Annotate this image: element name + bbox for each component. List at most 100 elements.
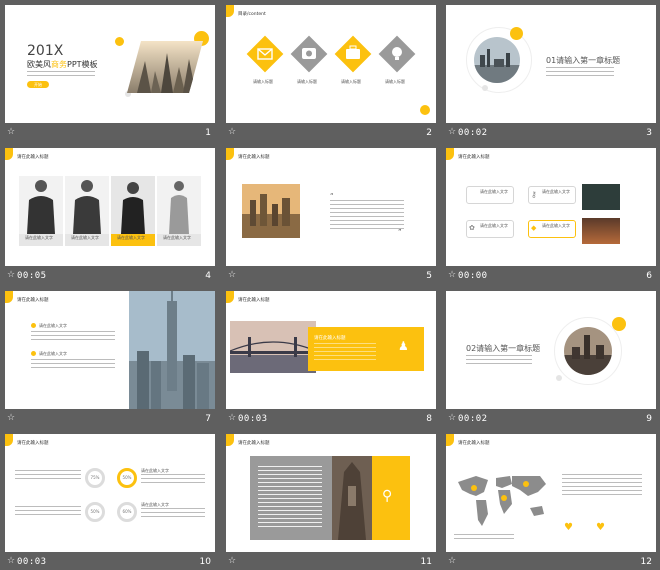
paw-icon: ✿ <box>469 224 475 232</box>
skyline-circle-photo <box>564 327 612 375</box>
header-accent <box>226 291 234 303</box>
bullet-label: 请在此输入文字 <box>39 351 67 356</box>
panel-text <box>258 466 322 530</box>
star-icon[interactable]: ☆ <box>448 127 456 137</box>
bulb-icon-label: 请输入标题 <box>385 79 405 84</box>
star-icon[interactable]: ☆ <box>448 270 456 280</box>
map-pin-icon: ♥ <box>596 522 605 533</box>
yellow-block: ⚲ <box>372 456 410 540</box>
slide-timing: 00:00 <box>458 271 488 281</box>
header-accent <box>446 434 454 446</box>
grey-text-panel <box>250 456 332 540</box>
slide-thumbnail-4[interactable]: 请在此输入标题 请在此输入文字 请在此输入文字 请在此输入文字 请在此输入文字 … <box>5 148 215 290</box>
slide-thumbnail-10[interactable]: 请在此输入标题 75% 50% 50% 60% 请在此输入文字 请在此输入文字 … <box>5 434 215 570</box>
ring-value: 60% <box>122 509 132 514</box>
bullet-dot <box>31 323 36 328</box>
start-button[interactable]: 开始 <box>27 81 49 88</box>
slide-number: 5 <box>426 271 432 281</box>
city-skyline-photo <box>127 41 203 93</box>
feature-label: 请在此输入文字 <box>480 223 508 228</box>
slide-thumbnail-9[interactable]: 02请输入第一章标题 ☆ 00:02 9 <box>446 291 656 433</box>
slide-thumbnail-8[interactable]: 请在此输入标题 请在此输入标题 ♟ ☆ 00:03 8 <box>226 291 436 433</box>
star-icon[interactable]: ☆ <box>7 270 15 280</box>
title-part: PPT模板 <box>67 60 98 69</box>
title-year: 201X <box>27 43 64 59</box>
caption-text: 请在此输入文字 <box>117 235 145 240</box>
slide-canvas: 请在此输入标题 “ ” <box>226 148 436 266</box>
slide-canvas: 请在此输入标题 ⚷ ✿ ◆ 请在此输入文字 请在此输入文字 请在此输入文字 请在… <box>446 148 656 266</box>
star-icon[interactable]: ☆ <box>7 413 15 423</box>
star-icon[interactable]: ☆ <box>228 270 236 280</box>
night-city-photo <box>582 184 620 210</box>
star-icon[interactable]: ☆ <box>228 127 236 137</box>
toc-diamonds <box>246 35 416 73</box>
slide-number: 9 <box>646 414 652 424</box>
header-accent <box>5 434 13 446</box>
progress-ring: 50% <box>85 502 105 522</box>
bullet-text <box>31 359 115 368</box>
left-text-block <box>15 506 81 518</box>
slide-canvas: 目录/content 请输入标题 请输入标题 请输入标题 请输入标题 <box>226 5 436 123</box>
slide-thumbnail-6[interactable]: 请在此输入标题 ⚷ ✿ ◆ 请在此输入文字 请在此输入文字 请在此输入文字 请在… <box>446 148 656 290</box>
star-icon[interactable]: ☆ <box>7 127 15 137</box>
header-accent <box>446 148 454 160</box>
street-lights-photo <box>582 218 620 244</box>
briefcase-icon-label: 请输入标题 <box>341 79 361 84</box>
key-icon: ⚷ <box>531 190 537 199</box>
world-map <box>458 476 546 526</box>
bridge-photo <box>230 321 316 373</box>
slide-footer: ☆ 00:00 6 <box>446 268 656 286</box>
camera-icon-label: 请输入标题 <box>297 79 317 84</box>
slide-number: 6 <box>646 271 652 281</box>
decor-circle <box>556 375 562 381</box>
slide-canvas: 01请输入第一章标题 <box>446 5 656 123</box>
slide-footer: ☆ 00:03 10 <box>5 554 215 570</box>
slide-thumbnail-12[interactable]: 请在此输入标题 ♥ ♥ ☆ 12 <box>446 434 656 570</box>
progress-ring: 75% <box>85 468 105 488</box>
title-main: 欧美风商务PPT模板 <box>27 59 98 70</box>
bullet-label: 请在此输入文字 <box>39 323 67 328</box>
slide-footer: ☆ 5 <box>226 268 436 286</box>
slide-number: 1 <box>205 128 211 138</box>
left-text-block <box>15 470 81 482</box>
map-text <box>454 534 514 540</box>
tag-icon: ◆ <box>531 224 537 232</box>
chapter-title: 02请输入第一章标题 <box>466 344 541 353</box>
star-icon[interactable]: ☆ <box>448 556 456 566</box>
slide-number: 11 <box>420 557 432 567</box>
slide-footer: ☆ 1 <box>5 125 215 143</box>
slide-timing: 00:03 <box>238 414 268 424</box>
star-icon[interactable]: ☆ <box>228 556 236 566</box>
header-accent <box>226 5 234 17</box>
slide-thumbnail-7[interactable]: 请在此输入标题 请在此输入文字 请在此输入文字 ☆ 7 <box>5 291 215 433</box>
slide-header: 请在此输入标题 <box>238 298 270 303</box>
feature-label: 请在此输入文字 <box>480 189 508 194</box>
header-accent <box>226 148 234 160</box>
slide-thumbnail-1[interactable]: 201X 欧美风商务PPT模板 开始 ☆ 1 <box>5 5 215 147</box>
star-icon[interactable]: ☆ <box>7 556 15 566</box>
decor-circle <box>612 317 626 331</box>
building-photo <box>332 456 372 540</box>
map-text <box>562 474 642 498</box>
slide-footer: ☆ 11 <box>226 554 436 570</box>
star-icon[interactable]: ☆ <box>448 413 456 423</box>
header-accent <box>5 291 13 303</box>
slide-number: 2 <box>426 128 432 138</box>
slide-thumbnail-5[interactable]: 请在此输入标题 “ ” ☆ 5 <box>226 148 436 290</box>
decor-circle <box>115 37 124 46</box>
slide-canvas: 请在此输入标题 请在此输入标题 ♟ <box>226 291 436 409</box>
slide-canvas: 请在此输入标题 请在此输入文字 请在此输入文字 <box>5 291 215 409</box>
info-panel: 请在此输入标题 ♟ <box>308 327 424 371</box>
slide-header: 请在此输入标题 <box>238 155 270 160</box>
slide-thumbnail-2[interactable]: 目录/content 请输入标题 请输入标题 请输入标题 请输入标题 ☆ 2 <box>226 5 436 147</box>
quote-text <box>330 200 404 229</box>
slide-number: 4 <box>205 271 211 281</box>
star-icon[interactable]: ☆ <box>228 413 236 423</box>
slide-footer: ☆ 7 <box>5 411 215 429</box>
slide-number: 10 <box>199 557 211 567</box>
slide-timing: 00:02 <box>458 128 488 138</box>
ring-value: 50% <box>90 509 100 514</box>
slide-thumbnail-3[interactable]: 01请输入第一章标题 ☆ 00:02 3 <box>446 5 656 147</box>
title-part: 欧美风 <box>27 60 51 69</box>
slide-thumbnail-11[interactable]: 请在此输入标题 ⚲ ☆ 11 <box>226 434 436 570</box>
